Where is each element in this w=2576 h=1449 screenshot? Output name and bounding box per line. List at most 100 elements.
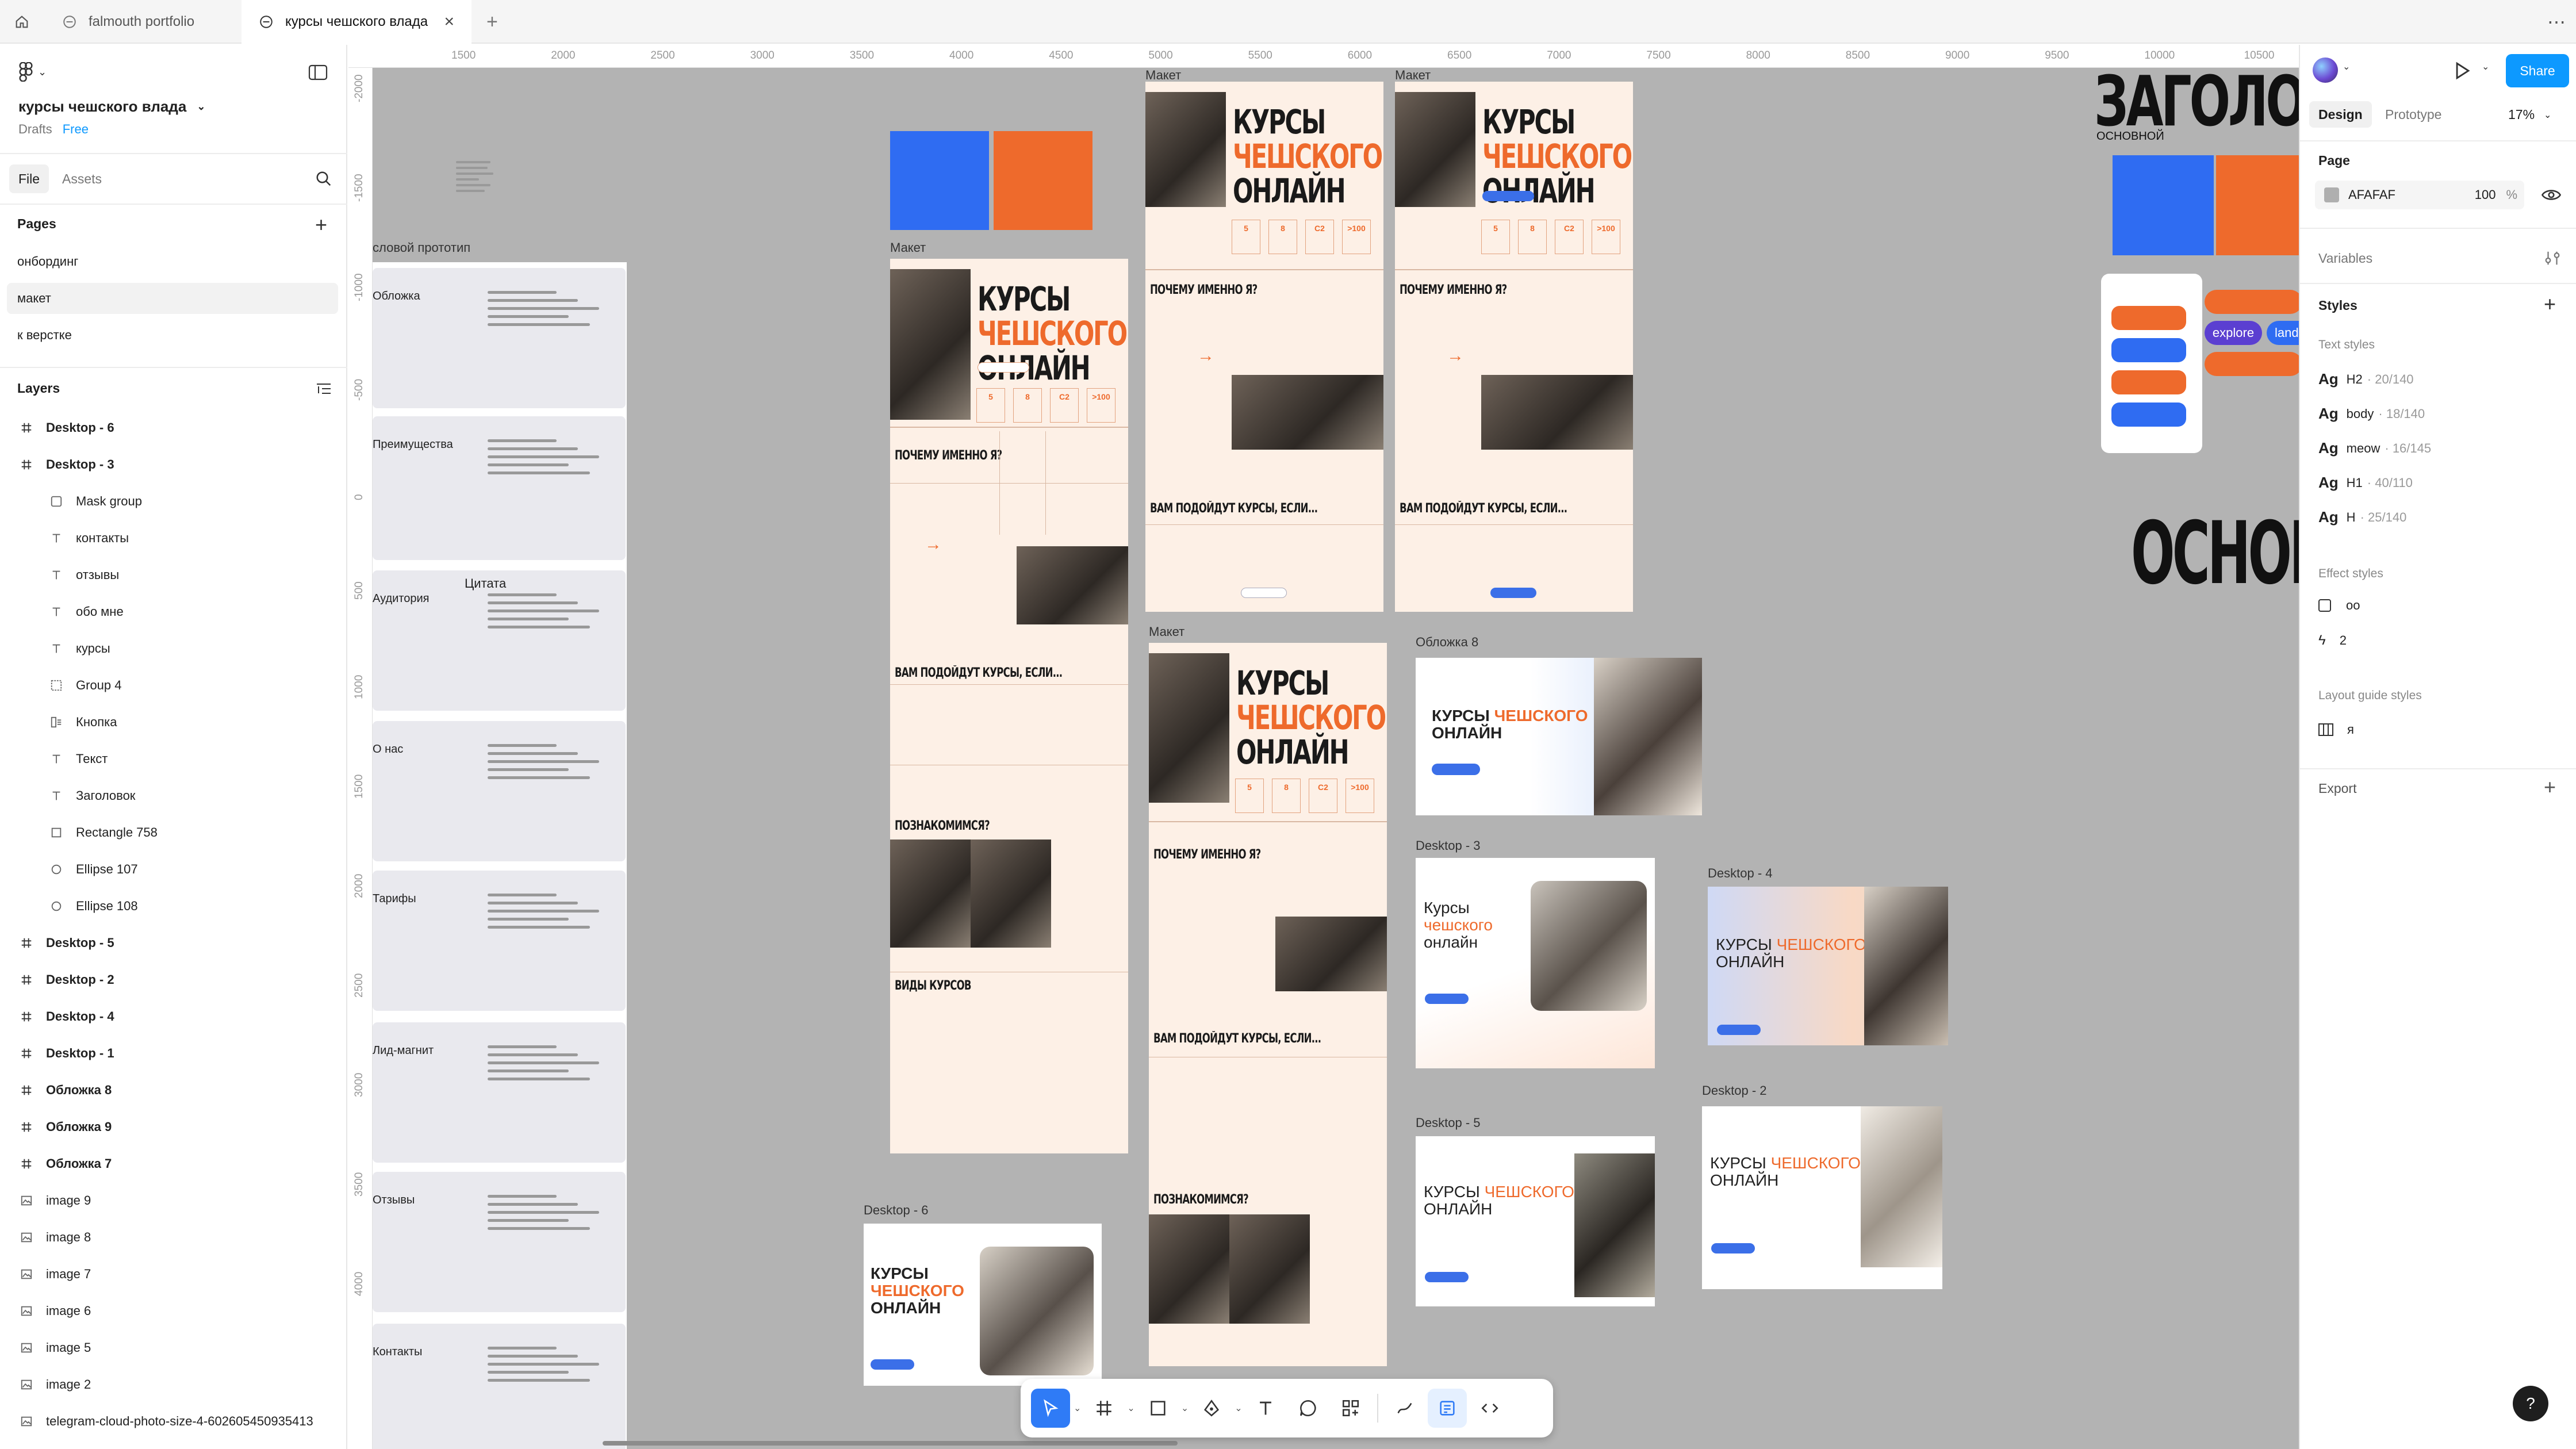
frame-tool-button[interactable]: [1084, 1389, 1124, 1428]
search-icon[interactable]: [315, 170, 332, 187]
effect-style-2[interactable]: ϟ 2: [2318, 632, 2347, 649]
tab-falmouth-portfolio[interactable]: falmouth portfolio: [45, 0, 240, 44]
draw-mode-button[interactable]: [1385, 1389, 1424, 1428]
add-style-icon[interactable]: +: [2544, 292, 2556, 316]
horizontal-scrollbar[interactable]: [603, 1441, 1178, 1446]
frame-desktop-2[interactable]: КУРСЫ ЧЕШСКОГО ОНЛАЙН: [1702, 1106, 1942, 1289]
main-menu-button[interactable]: ⌄: [18, 62, 47, 82]
frame-maket-3[interactable]: КУРСЫ ЧЕШСКОГО ОНЛАЙН 5 8 C2 >100 ПОЧЕМУ …: [1395, 82, 1633, 612]
proto-card[interactable]: Преимущества: [373, 416, 626, 560]
effect-style-oo[interactable]: oo: [2318, 598, 2360, 613]
zoom-level[interactable]: 17% ⌄: [2508, 107, 2551, 122]
text-style-item[interactable]: Ag H2 · 20/140: [2318, 370, 2414, 388]
proto-card[interactable]: Лид-магнит: [373, 1022, 626, 1163]
tab-prototype[interactable]: Prototype: [2385, 101, 2441, 128]
layer-item[interactable]: Desktop - 4: [0, 998, 347, 1035]
play-icon[interactable]: [2454, 61, 2471, 80]
side-swatch-orange[interactable]: [2216, 155, 2299, 255]
tab-assets[interactable]: Assets: [62, 164, 102, 193]
frame-cover-8[interactable]: КУРСЫ ЧЕШСКОГО ОНЛАЙН: [1416, 658, 1702, 815]
layer-item[interactable]: image 7: [0, 1256, 347, 1293]
shape-tool-button[interactable]: [1138, 1389, 1178, 1428]
swatch-orange[interactable]: [994, 131, 1092, 230]
frame-desktop-5[interactable]: КУРСЫ ЧЕШСКОГО ОНЛАЙН: [1416, 1136, 1655, 1306]
page-color-field[interactable]: AFAFAF 100 %: [2315, 181, 2524, 209]
frame-maket-1[interactable]: КУРСЫ ЧЕШСКОГО ОНЛАЙН 5 8 C2 >100 ПОЧЕМУ …: [890, 259, 1128, 1153]
layer-item[interactable]: Desktop - 2: [0, 961, 347, 998]
layer-item[interactable]: image 9: [0, 1182, 347, 1219]
share-button[interactable]: Share: [2506, 54, 2569, 87]
tab-kursy-cheshskogo-vlada[interactable]: курсы чешского влада ×: [241, 0, 471, 44]
layout-guide-style[interactable]: я: [2318, 722, 2354, 737]
variables-icon[interactable]: [2544, 250, 2561, 267]
layer-item[interactable]: отзывы: [0, 557, 347, 593]
chevron-down-icon[interactable]: ⌄: [1127, 1402, 1134, 1414]
layer-item[interactable]: image 6: [0, 1293, 347, 1329]
chevron-down-icon[interactable]: ⌄: [2482, 61, 2489, 72]
move-tool-button[interactable]: [1031, 1389, 1070, 1428]
frame-desktop-4[interactable]: КУРСЫ ЧЕШСКОГО ОНЛАЙН: [1708, 887, 1948, 1045]
proto-card[interactable]: О нас: [373, 721, 626, 861]
comment-tool-button[interactable]: [1289, 1389, 1328, 1428]
help-button[interactable]: ?: [2513, 1386, 2548, 1421]
chevron-down-icon[interactable]: ⌄: [1074, 1402, 1081, 1414]
layer-item[interactable]: telegram-cloud-photo-size-4-602605450935…: [0, 1403, 347, 1440]
chevron-down-icon[interactable]: ⌄: [1235, 1402, 1242, 1414]
layer-item[interactable]: Кнопка: [0, 704, 347, 741]
text-style-item[interactable]: Ag H · 25/140: [2318, 508, 2406, 526]
more-icon[interactable]: ⋯: [2530, 0, 2570, 44]
text-style-item[interactable]: Ag body · 18/140: [2318, 405, 2425, 423]
proto-card[interactable]: Отзывы: [373, 1172, 626, 1312]
page-item-k-verstke[interactable]: к верстке: [7, 320, 338, 351]
page-opacity-value[interactable]: 100: [2475, 187, 2496, 202]
color-swatch[interactable]: [2324, 187, 2339, 202]
text-tool-button[interactable]: [1246, 1389, 1285, 1428]
chevron-down-icon[interactable]: ⌄: [1181, 1402, 1189, 1414]
page-color-value[interactable]: AFAFAF: [2348, 187, 2395, 202]
layer-item[interactable]: Обложка 7: [0, 1145, 347, 1182]
frame-desktop-6[interactable]: КУРСЫ ЧЕШСКОГО ОНЛАЙН: [864, 1224, 1102, 1386]
layer-item[interactable]: Desktop - 5: [0, 925, 347, 961]
proto-card[interactable]: Тарифы: [373, 871, 626, 1011]
page-item-onboarding[interactable]: онбординг: [7, 246, 338, 277]
layer-item[interactable]: Ellipse 108: [0, 888, 347, 925]
page-item-maket[interactable]: макет: [7, 283, 338, 314]
proto-card[interactable]: Контакты: [373, 1324, 626, 1449]
collapse-layers-icon[interactable]: [315, 381, 332, 397]
layer-item[interactable]: Ellipse 107: [0, 851, 347, 888]
file-name[interactable]: курсы чешского влада ⌄: [18, 98, 205, 116]
add-tab-button[interactable]: +: [477, 0, 512, 44]
layer-item[interactable]: Desktop - 6: [0, 409, 347, 446]
proto-card[interactable]: Обложка: [373, 268, 626, 408]
sidebar-toggle-icon[interactable]: [308, 64, 328, 80]
side-swatch-blue[interactable]: [2113, 155, 2214, 255]
layer-item[interactable]: курсы: [0, 630, 347, 667]
close-icon[interactable]: ×: [444, 12, 454, 32]
design-mode-button[interactable]: [1427, 1389, 1467, 1428]
dev-mode-button[interactable]: [1470, 1389, 1509, 1428]
canvas[interactable]: словой прототип Обложка Преимущества Аудит…: [373, 68, 2299, 1449]
layer-item[interactable]: контакты: [0, 520, 347, 557]
plan-badge[interactable]: Free: [63, 122, 89, 137]
tab-design[interactable]: Design: [2309, 101, 2372, 128]
pill-group[interactable]: explore land: [2205, 290, 2299, 388]
frame-maket-2[interactable]: КУРСЫ ЧЕШСКОГО ОНЛАЙН 5 8 C2 >100 ПОЧЕМУ …: [1145, 82, 1383, 612]
layer-item[interactable]: image 5: [0, 1329, 347, 1366]
layer-item[interactable]: Group 4: [0, 667, 347, 704]
layer-item[interactable]: Заголовок: [0, 777, 347, 814]
drafts-link[interactable]: Drafts: [18, 122, 52, 137]
layer-item[interactable]: Mask group: [0, 483, 347, 520]
home-tab[interactable]: [0, 0, 44, 44]
layer-item[interactable]: Обложка 8: [0, 1072, 347, 1109]
layer-item[interactable]: обо мне: [0, 593, 347, 630]
layer-item[interactable]: Desktop - 1: [0, 1035, 347, 1072]
add-page-icon[interactable]: +: [315, 213, 327, 237]
layer-item[interactable]: image 8: [0, 1219, 347, 1256]
frame-desktop-3[interactable]: Курсы чешского онлайн: [1416, 858, 1655, 1068]
text-style-item[interactable]: Ag meow · 16/145: [2318, 439, 2431, 457]
layer-item[interactable]: Текст: [0, 741, 347, 777]
proto-frame[interactable]: Обложка Преимущества Аудитория О нас Тарифы Л…: [373, 262, 627, 1449]
layer-item[interactable]: Desktop - 3: [0, 446, 347, 483]
chevron-down-icon[interactable]: ⌄: [2343, 61, 2350, 72]
layer-item[interactable]: Обложка 9: [0, 1109, 347, 1145]
